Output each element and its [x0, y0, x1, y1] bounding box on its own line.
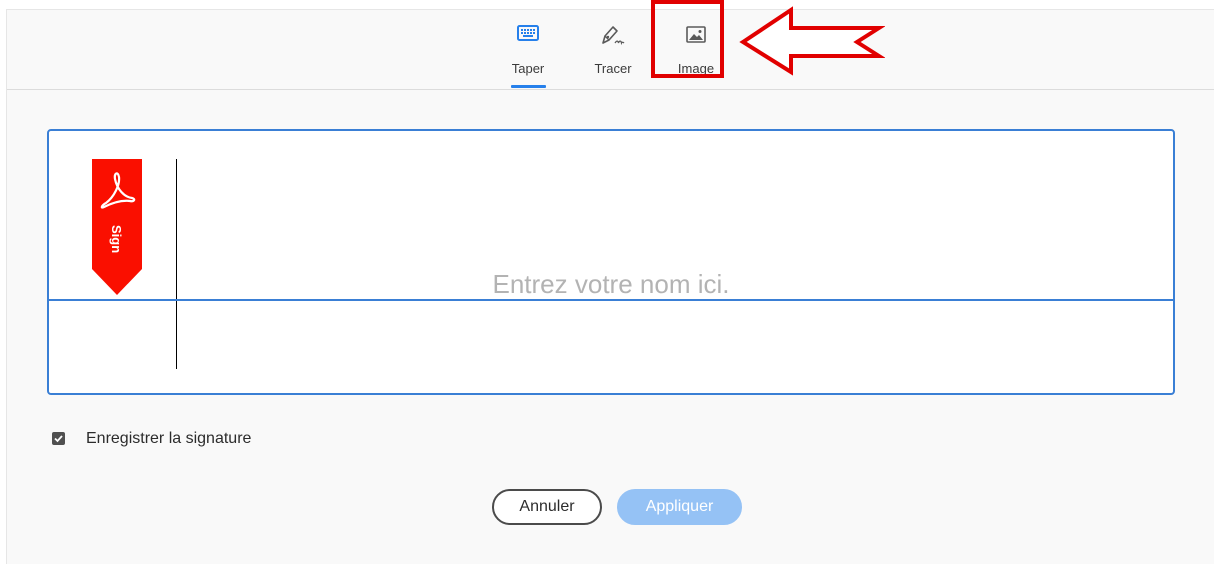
- badge-text: Sign: [109, 225, 124, 253]
- checkmark-icon: [54, 435, 63, 443]
- pen-draw-icon: [600, 24, 626, 51]
- active-tab-indicator: [511, 85, 546, 88]
- signature-placeholder: Entrez votre nom ici.: [492, 269, 730, 299]
- save-signature-checkbox[interactable]: [52, 432, 65, 445]
- image-icon: [685, 24, 707, 49]
- tab-tracer-label: Tracer: [594, 61, 632, 76]
- tab-image[interactable]: Image: [666, 10, 726, 89]
- tab-image-label: Image: [677, 61, 715, 76]
- tab-tracer[interactable]: Tracer: [583, 10, 643, 89]
- keyboard-icon: [517, 24, 539, 47]
- signature-mode-tabbar: Taper Tracer Image: [7, 10, 1214, 90]
- signature-baseline: [49, 299, 1173, 301]
- cancel-button[interactable]: Annuler: [492, 489, 602, 525]
- signature-dialog: Taper Tracer Image Sign Entrez votre nom…: [6, 9, 1214, 564]
- tab-taper-label: Taper: [511, 61, 545, 76]
- text-cursor: [176, 159, 177, 369]
- signature-input-area[interactable]: Sign Entrez votre nom ici.: [47, 129, 1175, 395]
- tab-taper[interactable]: Taper: [498, 10, 558, 89]
- save-signature-label: Enregistrer la signature: [86, 430, 252, 447]
- apply-button[interactable]: Appliquer: [617, 489, 742, 525]
